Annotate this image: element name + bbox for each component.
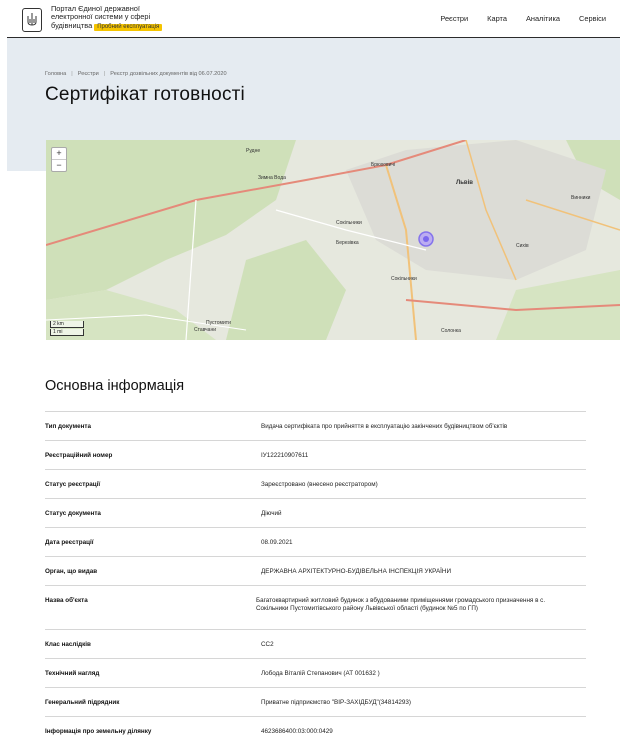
row-key: Тип документа xyxy=(45,423,91,430)
details-row: Назва об'єкта Багатоквартирний житловий … xyxy=(45,585,586,629)
map-label: Винники xyxy=(571,195,591,201)
zoom-out-button[interactable]: − xyxy=(52,160,66,171)
breadcrumb-separator: | xyxy=(71,71,73,77)
map-label: Рудне xyxy=(246,148,261,154)
map-label: Брюховичі xyxy=(371,162,396,168)
map-label: Зимна Вода xyxy=(258,175,286,181)
trident-glyph xyxy=(27,13,37,26)
breadcrumb: Головна | Реєстри | Реєстр дозвільних до… xyxy=(45,71,227,77)
map-tiles xyxy=(46,140,620,340)
scale-mi: 1 mi xyxy=(50,329,84,336)
map-label: Львів xyxy=(456,180,473,186)
trident-logo-icon[interactable] xyxy=(22,8,42,32)
nav-services[interactable]: Сервіси xyxy=(579,14,606,23)
map-label: Солонка xyxy=(441,328,461,334)
details-row: Дата реєстрації 08.09.2021 xyxy=(45,527,586,556)
nav-map[interactable]: Карта xyxy=(487,14,507,23)
site-header: Портал Єдиної державної електронної сист… xyxy=(0,0,620,37)
map-label: Ставчани xyxy=(194,327,216,333)
map-label: Пустомити xyxy=(206,320,231,326)
row-value: Зареєстровано (внесено реєстратором) xyxy=(261,481,378,488)
row-key: Реєстраційний номер xyxy=(45,452,113,459)
brand-line-3: будівництва xyxy=(51,20,93,30)
row-key: Інформація про земельну ділянку xyxy=(45,728,152,735)
details-row: Клас наслідків СС2 xyxy=(45,629,586,658)
row-value: Приватне підприємство "ВІР-ЗАХІДБУД"(348… xyxy=(261,699,411,706)
row-key: Генеральний підрядник xyxy=(45,699,120,706)
row-value: ІУ122210907611 xyxy=(261,452,309,459)
map-zoom-control: + − xyxy=(51,147,67,172)
details-row: Генеральний підрядник Приватне підприємс… xyxy=(45,687,586,716)
row-value: 4623686400:03:000:0429 xyxy=(261,728,333,735)
map-label: Сокільники xyxy=(336,220,362,226)
location-map[interactable]: Рудне Брюховичі Сокільники Львів Сихів В… xyxy=(46,140,620,340)
breadcrumb-home[interactable]: Головна xyxy=(45,71,66,77)
row-key: Статус документа xyxy=(45,510,101,517)
row-value: ДЕРЖАВНА АРХІТЕКТУРНО-БУДІВЕЛЬНА ІНСПЕКЦ… xyxy=(261,568,451,575)
breadcrumb-separator: | xyxy=(103,71,106,77)
row-key: Технічний нагляд xyxy=(45,670,100,677)
row-key: Статус реєстрації xyxy=(45,481,101,488)
row-value: Багатоквартирний житловий будинок з вбуд… xyxy=(256,597,546,612)
row-value: Діючий xyxy=(261,510,282,517)
row-key: Назва об'єкта xyxy=(45,597,88,604)
row-key: Клас наслідків xyxy=(45,641,91,648)
page-title: Сертифікат готовності xyxy=(45,84,245,105)
row-key: Дата реєстрації xyxy=(45,539,94,546)
details-row: Статус документа Діючий xyxy=(45,498,586,527)
details-row: Інформація про земельну ділянку 46236864… xyxy=(45,716,586,745)
zoom-in-button[interactable]: + xyxy=(52,148,66,160)
main-nav: Реєстри Карта Аналітика Сервіси xyxy=(421,14,606,23)
row-value: СС2 xyxy=(261,641,274,648)
details-row: Реєстраційний номер ІУ122210907611 xyxy=(45,440,586,469)
row-value: Видача сертифіката про прийняття в експл… xyxy=(261,423,508,430)
breadcrumb-registries[interactable]: Реєстри xyxy=(78,71,99,77)
details-row: Тип документа Видача сертифіката про при… xyxy=(45,411,586,440)
map-label: Сокільники xyxy=(391,276,417,282)
details-row: Технічний нагляд Лобода Віталій Степанов… xyxy=(45,658,586,687)
details-row: Орган, що видав ДЕРЖАВНА АРХІТЕКТУРНО-БУ… xyxy=(45,556,586,585)
details-table: Тип документа Видача сертифіката про при… xyxy=(45,411,586,745)
portal-brand[interactable]: Портал Єдиної державної електронної сист… xyxy=(51,4,201,31)
map-label: Сихів xyxy=(516,243,529,249)
nav-analytics[interactable]: Аналітика xyxy=(526,14,560,23)
row-value: 08.09.2021 xyxy=(261,539,293,546)
breadcrumb-current[interactable]: Реєстр дозвільних документів від 06.07.2… xyxy=(110,71,226,77)
details-row: Статус реєстрації Зареєстровано (внесено… xyxy=(45,469,586,498)
map-scale: 2 km 1 mi xyxy=(50,321,84,337)
row-key: Орган, що видав xyxy=(45,568,98,575)
scale-km: 2 km xyxy=(50,321,84,328)
nav-registries[interactable]: Реєстри xyxy=(440,14,468,23)
row-value: Лобода Віталій Степанович (АТ 001632 ) xyxy=(261,670,380,677)
beta-badge: Пробний експлуатація xyxy=(94,23,163,31)
section-title: Основна інформація xyxy=(45,378,185,394)
map-label: Березівка xyxy=(336,240,359,246)
